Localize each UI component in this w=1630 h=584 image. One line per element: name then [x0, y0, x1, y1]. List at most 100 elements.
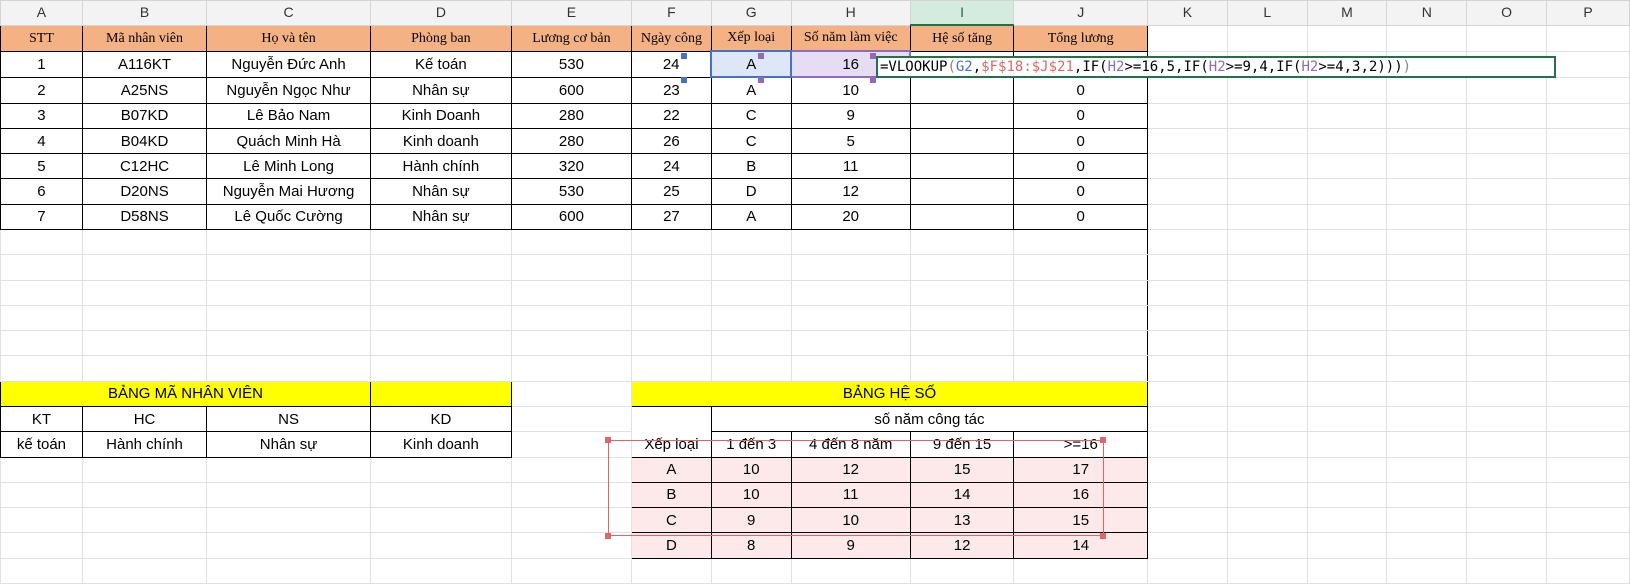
cell-ten[interactable]: Nguyễn Mai Hương	[206, 178, 371, 205]
cell-stt[interactable]: 6	[0, 178, 83, 205]
cell[interactable]	[81, 279, 208, 306]
cell[interactable]	[909, 229, 1015, 256]
cell[interactable]	[0, 456, 83, 483]
cell[interactable]	[1466, 178, 1547, 205]
cell[interactable]	[1545, 481, 1630, 509]
cell[interactable]	[1306, 102, 1388, 129]
cell[interactable]	[1013, 279, 1149, 306]
cell[interactable]	[1147, 153, 1228, 180]
he-so-table-title[interactable]: BẢNG HỆ SỐ	[631, 380, 1149, 407]
cell[interactable]	[206, 254, 371, 281]
cell-ngay[interactable]: 26	[631, 127, 712, 155]
cell[interactable]	[631, 557, 712, 584]
header-he-so-tang[interactable]: Hệ số tăng	[909, 24, 1015, 52]
cell[interactable]	[1147, 254, 1228, 281]
cell[interactable]	[909, 557, 1015, 584]
cell-ten[interactable]: Lê Bảo Nam	[206, 102, 371, 129]
cell-luong[interactable]: 600	[510, 76, 633, 104]
cell[interactable]	[510, 279, 633, 306]
cell[interactable]	[1226, 76, 1308, 104]
cell-phong[interactable]: Nhân sự	[369, 178, 512, 205]
cell[interactable]	[1306, 557, 1388, 584]
cell[interactable]	[1306, 254, 1388, 281]
he-so-value[interactable]: 12	[909, 532, 1015, 559]
cell-ma[interactable]: C12HC	[81, 153, 208, 180]
cell-phong[interactable]: Kế toán	[369, 50, 512, 78]
cell[interactable]	[1226, 254, 1308, 281]
column-header-m[interactable]: M	[1306, 0, 1388, 26]
ma-code-ns[interactable]: NS	[206, 405, 371, 433]
cell-tong[interactable]: 0	[1013, 76, 1149, 104]
cell-ma[interactable]: D58NS	[81, 203, 208, 231]
cell[interactable]	[1306, 330, 1388, 357]
column-header-o[interactable]: O	[1466, 0, 1547, 26]
cell-ten[interactable]: Lê Quốc Cường	[206, 203, 371, 231]
he-so-grade[interactable]: C	[631, 507, 712, 534]
range-handle[interactable]	[1100, 533, 1106, 539]
he-so-value[interactable]: 15	[1013, 507, 1149, 534]
cell[interactable]	[790, 279, 911, 306]
cell[interactable]	[710, 229, 792, 256]
cell[interactable]	[631, 229, 712, 256]
cell[interactable]	[790, 229, 911, 256]
cell[interactable]	[1545, 229, 1630, 256]
cell-tong[interactable]: 0	[1013, 127, 1149, 155]
cell-stt[interactable]: 3	[0, 102, 83, 129]
cell[interactable]	[510, 431, 633, 458]
cell[interactable]	[206, 481, 371, 509]
cell[interactable]	[1226, 178, 1308, 205]
he-so-subheader[interactable]: số năm công tác	[710, 405, 1149, 433]
cell[interactable]	[510, 355, 633, 382]
cell[interactable]	[1545, 557, 1630, 584]
header-xep-loai[interactable]: Xếp loại	[710, 24, 792, 52]
cell[interactable]	[909, 279, 1015, 306]
cell-phong[interactable]: Nhân sự	[369, 76, 512, 104]
cell[interactable]	[369, 279, 512, 306]
cell-he-so[interactable]	[909, 153, 1015, 180]
cell[interactable]	[1466, 532, 1547, 559]
cell[interactable]	[510, 254, 633, 281]
cell[interactable]	[1147, 229, 1228, 256]
cell[interactable]	[1147, 481, 1228, 509]
cell[interactable]	[1545, 405, 1630, 433]
cell[interactable]	[1466, 557, 1547, 584]
cell[interactable]	[1306, 532, 1388, 559]
ma-name-kd[interactable]: Kinh doanh	[369, 431, 512, 458]
cell[interactable]	[1013, 229, 1149, 256]
cell[interactable]	[1545, 279, 1630, 306]
cell[interactable]	[1226, 557, 1308, 584]
cell[interactable]	[631, 355, 712, 382]
cell[interactable]	[1466, 507, 1547, 534]
he-so-value[interactable]: 9	[790, 532, 911, 559]
he-so-value[interactable]: 10	[710, 481, 792, 509]
cell-ngay[interactable]: 24	[631, 153, 712, 180]
cell[interactable]	[1466, 481, 1547, 509]
cell[interactable]	[1306, 481, 1388, 509]
cell[interactable]	[1386, 229, 1468, 256]
cell-stt[interactable]: 1	[0, 50, 83, 78]
column-header-n[interactable]: N	[1386, 0, 1468, 26]
cell[interactable]	[0, 481, 83, 509]
header-ma-nhan-vien[interactable]: Mã nhân viên	[81, 24, 208, 52]
cell-nam[interactable]: 11	[790, 153, 911, 180]
cell[interactable]	[510, 456, 633, 483]
column-header-k[interactable]: K	[1147, 0, 1228, 26]
cell[interactable]	[369, 254, 512, 281]
column-header-i[interactable]: I	[909, 0, 1015, 27]
cell[interactable]	[510, 229, 633, 256]
cell[interactable]	[1386, 203, 1468, 231]
cell[interactable]	[1013, 304, 1149, 332]
cell[interactable]	[369, 304, 512, 332]
cell[interactable]	[1226, 127, 1308, 155]
column-header-b[interactable]: B	[81, 0, 208, 26]
cell[interactable]	[206, 229, 371, 256]
cell-he-so[interactable]	[909, 127, 1015, 155]
cell[interactable]	[790, 355, 911, 382]
cell[interactable]	[369, 456, 512, 483]
cell[interactable]	[1545, 102, 1630, 129]
cell[interactable]	[1386, 431, 1468, 458]
range-handle[interactable]	[1100, 437, 1106, 443]
cell[interactable]	[1147, 380, 1228, 407]
spreadsheet-grid[interactable]: A B C D E F G H I J K L M N O P STT Mã n…	[0, 0, 1630, 584]
cell[interactable]	[1545, 304, 1630, 332]
